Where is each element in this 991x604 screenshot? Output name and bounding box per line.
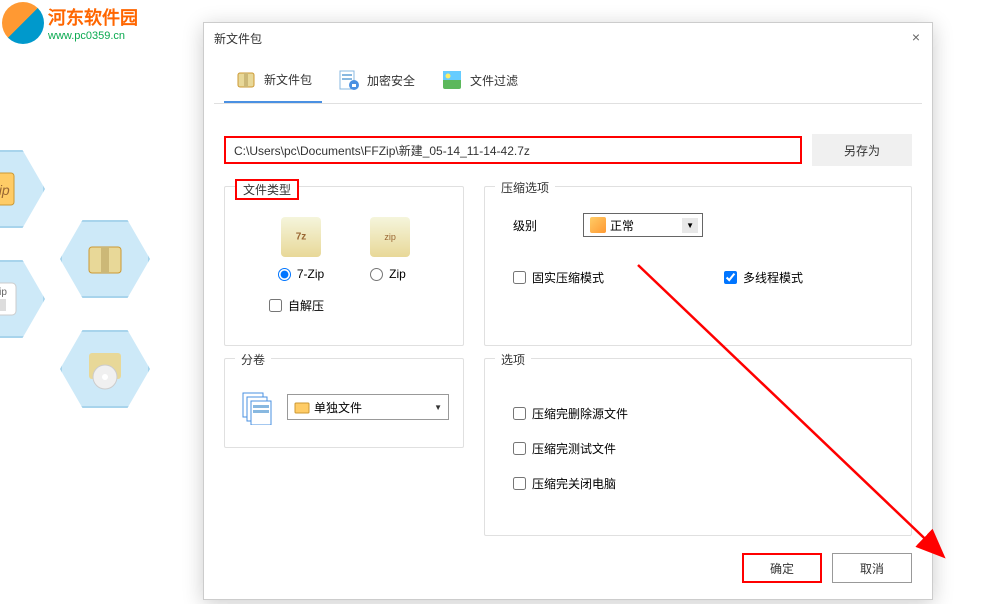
level-select[interactable]: 正常 [583, 213, 703, 237]
hex-disc-icon [60, 330, 150, 408]
close-button[interactable]: × [908, 29, 924, 45]
save-as-button[interactable]: 另存为 [812, 134, 912, 166]
hex-zip2-icon: Zip [0, 260, 45, 338]
file-type-label: 文件类型 [235, 179, 299, 200]
level-label: 级别 [513, 217, 553, 234]
logo-icon [2, 2, 44, 44]
file-type-group: 文件类型 7-Zip Zip [224, 186, 464, 346]
svg-text:Zip: Zip [0, 182, 10, 198]
logo-title: 河东软件园 [48, 4, 138, 30]
volume-group: 分卷 单独文件 [224, 358, 464, 448]
tab-encrypt[interactable]: 加密安全 [327, 61, 425, 103]
tab-bar: 新文件包 加密安全 文件过滤 [214, 53, 922, 104]
compress-options-group: 压缩选项 级别 正常 固实压缩模式 多线程模式 [484, 186, 912, 346]
ok-button[interactable]: 确定 [742, 553, 822, 583]
close-icon: × [912, 29, 920, 45]
options-group: 选项 压缩完删除源文件 压缩完测试文件 压缩完关闭电脑 [484, 358, 912, 536]
path-input[interactable] [224, 136, 802, 164]
tab-label: 文件过滤 [470, 72, 518, 89]
filter-icon [440, 68, 464, 92]
logo-url: www.pc0359.cn [48, 30, 138, 42]
7zip-icon [281, 217, 321, 257]
hex-folder-icon [60, 220, 150, 298]
checkbox-shutdown[interactable]: 压缩完关闭电脑 [513, 475, 897, 492]
cancel-button[interactable]: 取消 [832, 553, 912, 583]
checkbox-test-file[interactable]: 压缩完测试文件 [513, 440, 897, 457]
tab-label: 加密安全 [367, 72, 415, 89]
volume-label: 分卷 [235, 351, 271, 368]
checkbox-self-extract[interactable]: 自解压 [269, 297, 449, 314]
package-icon [234, 67, 258, 91]
dialog-new-package: 新文件包 × 新文件包 加密安全 文件过滤 另存为 [203, 22, 933, 600]
hex-zip-icon: Zip [0, 150, 45, 228]
checkbox-delete-source[interactable]: 压缩完删除源文件 [513, 405, 897, 422]
checkbox-multithread[interactable]: 多线程模式 [724, 269, 803, 286]
checkbox-solid-mode[interactable]: 固实压缩模式 [513, 269, 604, 286]
path-row: 另存为 [204, 104, 932, 186]
watermark: 河东软件园 www.pc0359.cn [2, 2, 138, 44]
radio-zip[interactable]: Zip [370, 267, 410, 281]
options-label: 选项 [495, 351, 531, 368]
svg-text:Zip: Zip [0, 287, 7, 298]
file-type-zip: Zip [370, 217, 410, 281]
volume-icon [239, 389, 275, 425]
lock-icon [337, 68, 361, 92]
tab-label: 新文件包 [264, 71, 312, 88]
file-type-7zip: 7-Zip [278, 217, 324, 281]
zip-icon [370, 217, 410, 257]
dialog-title: 新文件包 [214, 30, 262, 47]
volume-select[interactable]: 单独文件 [287, 394, 449, 420]
tab-new-package[interactable]: 新文件包 [224, 61, 322, 103]
dialog-footer: 确定 取消 [742, 553, 912, 583]
main-content: 文件类型 7-Zip Zip [204, 186, 932, 536]
compress-options-label: 压缩选项 [495, 179, 555, 196]
dialog-header: 新文件包 × [204, 23, 932, 53]
level-icon [590, 217, 606, 233]
folder-icon [294, 399, 310, 415]
tab-filter[interactable]: 文件过滤 [430, 61, 528, 103]
radio-7zip[interactable]: 7-Zip [278, 267, 324, 281]
